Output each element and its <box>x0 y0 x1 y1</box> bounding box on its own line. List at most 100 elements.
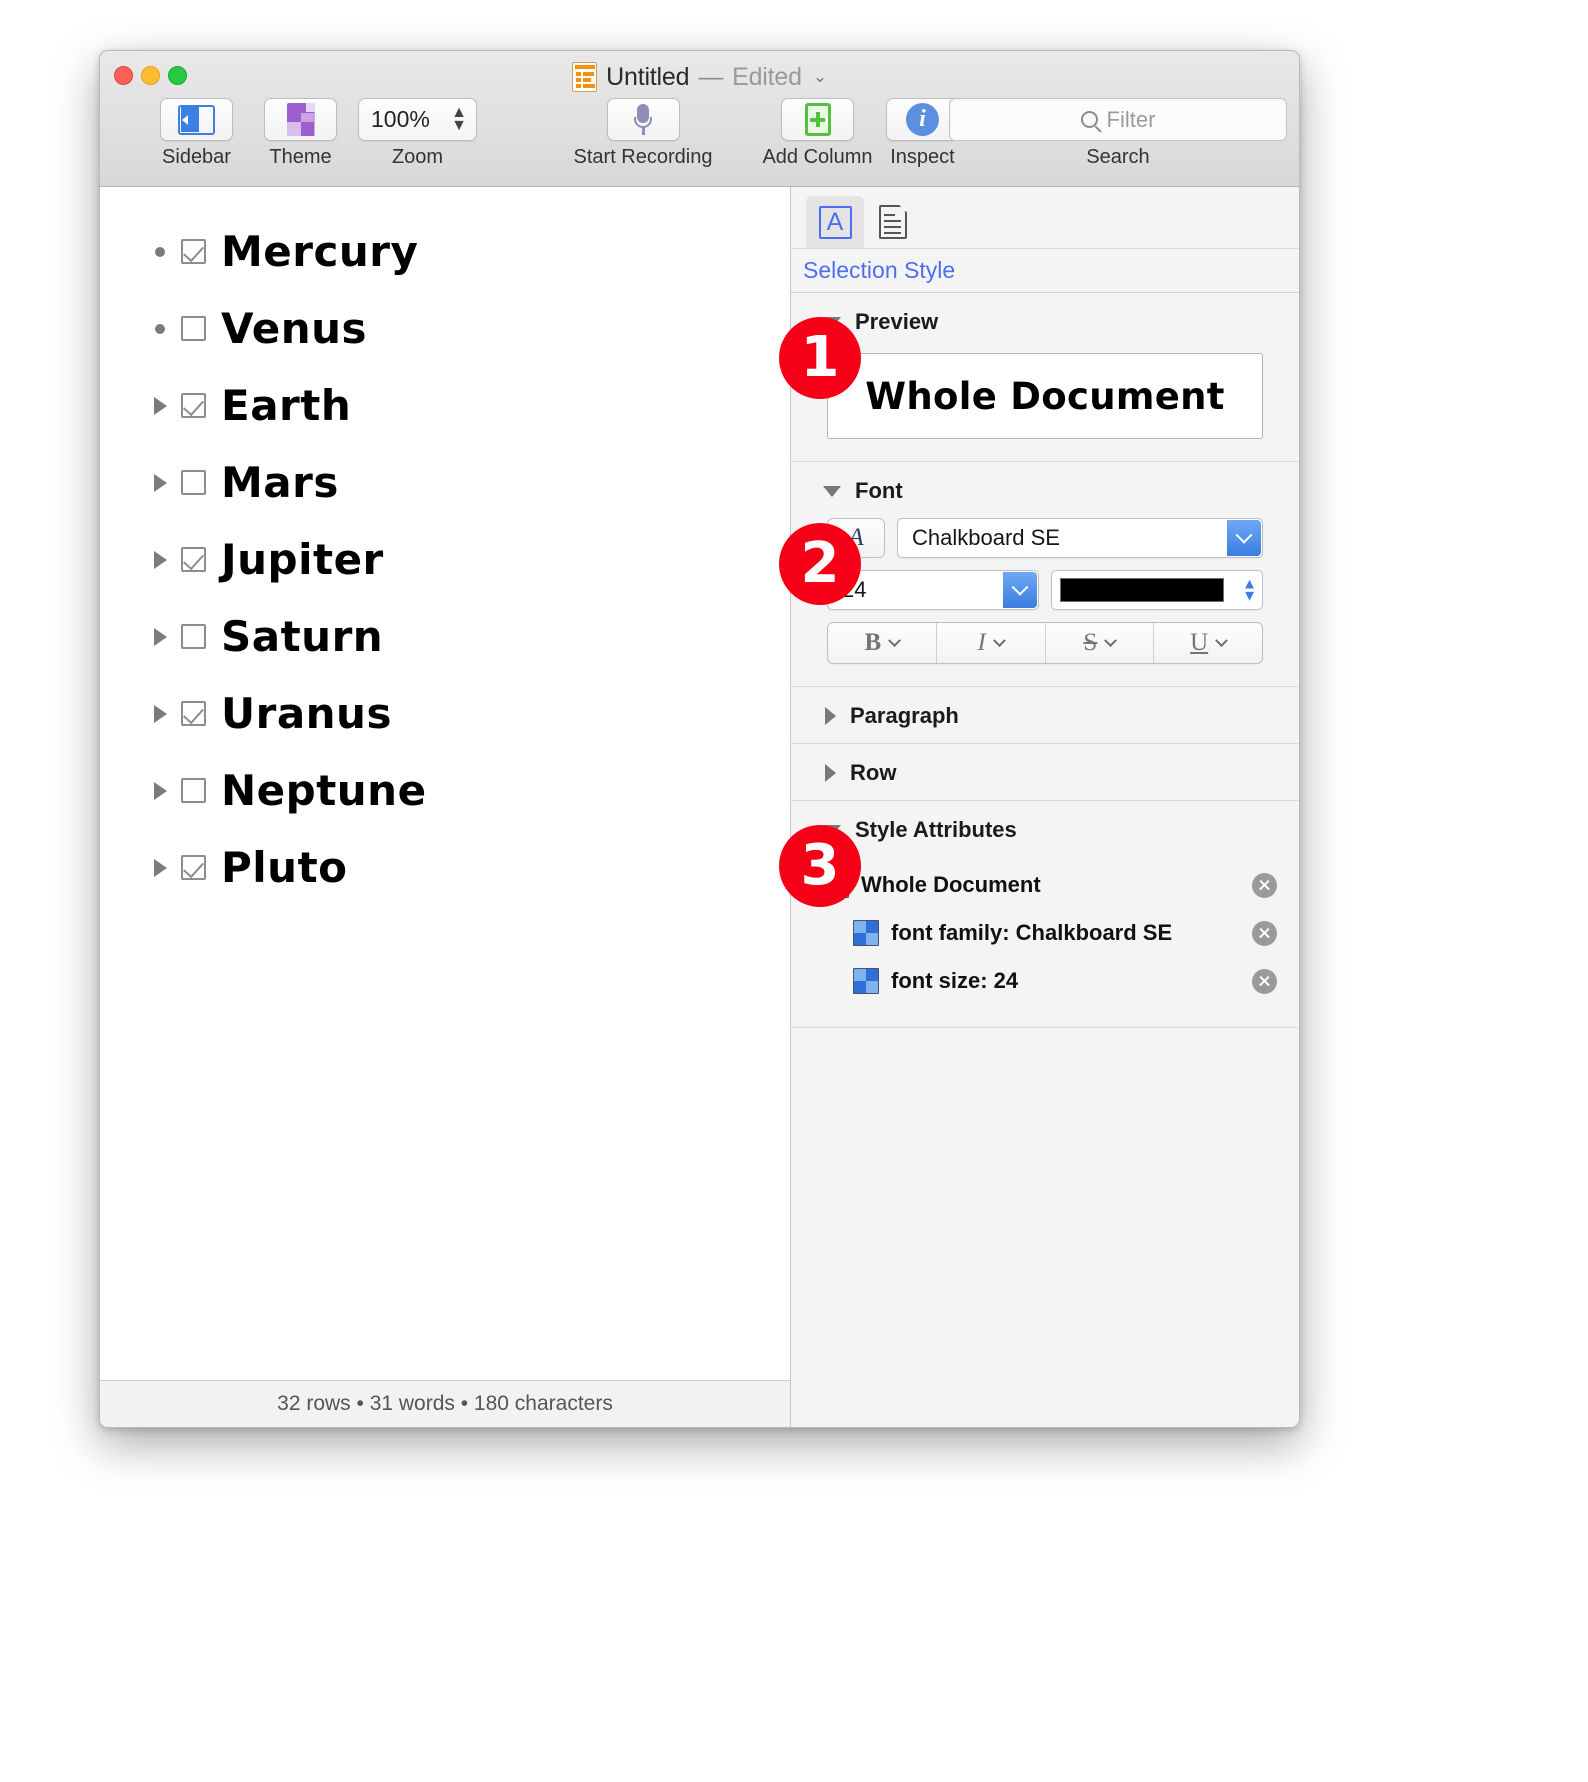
row-checkbox[interactable] <box>181 855 206 880</box>
disclosure-triangle-icon[interactable] <box>153 474 181 492</box>
remove-attribute-button[interactable] <box>1252 873 1277 898</box>
underline-glyph: U <box>1190 629 1208 657</box>
letter-A-icon: A <box>819 206 852 239</box>
row-checkbox[interactable] <box>181 624 206 649</box>
document-lines-icon <box>879 205 907 239</box>
section-style-attributes: Style Attributes Whole Document <box>791 801 1299 1028</box>
remove-attribute-button[interactable] <box>1252 921 1277 946</box>
start-recording-button[interactable] <box>607 98 680 141</box>
font-family-row: A Chalkboard SE <box>827 518 1263 558</box>
toolbar-item-start-recording[interactable]: Start Recording <box>569 98 717 169</box>
outline-row[interactable]: Mars <box>100 444 790 521</box>
chevron-down-icon[interactable] <box>1215 634 1228 647</box>
section-header-font[interactable]: Font <box>791 462 1299 518</box>
chevron-right-icon[interactable] <box>825 707 836 725</box>
toolbar-item-sidebar[interactable]: Sidebar <box>144 98 249 169</box>
callout-number: 3 <box>801 838 840 894</box>
outline-row[interactable]: Neptune <box>100 752 790 829</box>
toolbar-item-search[interactable]: Filter Search <box>949 98 1287 169</box>
section-header-row[interactable]: Row <box>791 744 1299 800</box>
zoom-stepper-arrows[interactable]: ▲▼ <box>451 108 467 130</box>
outline-row[interactable]: Earth <box>100 367 790 444</box>
outline-row[interactable]: Pluto <box>100 829 790 906</box>
chevron-right-icon[interactable] <box>825 764 836 782</box>
section-header-paragraph[interactable]: Paragraph <box>791 687 1299 743</box>
underline-button[interactable]: U <box>1154 623 1262 663</box>
section-header-style-attributes[interactable]: Style Attributes <box>791 801 1299 857</box>
outline-row[interactable]: Uranus <box>100 675 790 752</box>
row-title: Saturn <box>221 616 383 658</box>
color-swatch[interactable] <box>1060 578 1224 602</box>
toolbar-item-zoom[interactable]: 100% ▲▼ Zoom <box>355 98 480 169</box>
outline-row[interactable]: Venus <box>100 290 790 367</box>
theme-button[interactable] <box>264 98 337 141</box>
toolbar: Sidebar Theme 100% ▲▼ <box>100 98 1299 186</box>
disclosure-triangle-icon[interactable] <box>153 397 181 415</box>
row-checkbox[interactable] <box>181 393 206 418</box>
disclosure-triangle-icon[interactable] <box>153 859 181 877</box>
disclosure-triangle-icon[interactable] <box>153 628 181 646</box>
row-checkbox[interactable] <box>181 778 206 803</box>
chevron-down-icon[interactable] <box>1104 634 1117 647</box>
toolbar-item-theme[interactable]: Theme <box>252 98 349 169</box>
strikethrough-button[interactable]: S <box>1046 623 1155 663</box>
window-title: Untitled — Edited ⌄ <box>100 62 1299 92</box>
chevron-down-icon[interactable] <box>1003 572 1037 608</box>
outline-row[interactable]: Mercury <box>100 213 790 290</box>
row-checkbox[interactable] <box>181 701 206 726</box>
add-column-icon <box>805 103 831 136</box>
font-color-well[interactable]: ▲▼ <box>1051 570 1263 610</box>
style-attribute-label: font family: Chalkboard SE <box>891 920 1172 946</box>
italic-button[interactable]: I <box>937 623 1046 663</box>
info-circle-icon: i <box>906 103 939 136</box>
zoom-stepper[interactable]: 100% ▲▼ <box>358 98 477 141</box>
outline-row[interactable]: Saturn <box>100 598 790 675</box>
remove-attribute-button[interactable] <box>1252 969 1277 994</box>
row-checkbox[interactable] <box>181 470 206 495</box>
sidebar-button[interactable] <box>160 98 233 141</box>
style-attribute-row[interactable]: font size: 24 <box>791 957 1299 1005</box>
callout-badge-1: 1 <box>779 317 861 399</box>
row-checkbox[interactable] <box>181 547 206 572</box>
font-family-select[interactable]: Chalkboard SE <box>897 518 1263 558</box>
section-title-row: Row <box>850 760 896 786</box>
chevron-down-icon[interactable] <box>888 634 901 647</box>
section-header-preview[interactable]: Preview <box>791 293 1299 349</box>
style-attribute-row[interactable]: Whole Document <box>791 861 1299 909</box>
row-checkbox[interactable] <box>181 239 206 264</box>
row-title: Earth <box>221 385 351 427</box>
row-checkbox[interactable] <box>181 316 206 341</box>
tab-document[interactable] <box>864 196 922 248</box>
bold-button[interactable]: B <box>828 623 937 663</box>
disclosure-triangle-icon[interactable] <box>153 705 181 723</box>
preview-box: Whole Document <box>827 353 1263 439</box>
section-preview: Preview Whole Document <box>791 293 1299 462</box>
titlebar: Untitled — Edited ⌄ Sidebar <box>100 51 1299 187</box>
app-window: Untitled — Edited ⌄ Sidebar <box>99 50 1300 1428</box>
outline-document-icon <box>572 62 597 92</box>
tab-selection-style[interactable]: A <box>806 196 864 248</box>
disclosure-triangle-icon[interactable] <box>153 551 181 569</box>
status-text: 32 rows • 31 words • 180 characters <box>277 1392 613 1416</box>
chevron-down-icon[interactable] <box>823 486 841 497</box>
color-stepper-arrows[interactable]: ▲▼ <box>1242 580 1257 601</box>
toolbar-label-sidebar: Sidebar <box>144 146 249 169</box>
add-column-button[interactable] <box>781 98 854 141</box>
style-swatch-icon <box>853 968 879 994</box>
disclosure-triangle-icon[interactable] <box>153 782 181 800</box>
style-attribute-row[interactable]: font family: Chalkboard SE <box>791 909 1299 957</box>
search-input[interactable]: Filter <box>949 98 1287 141</box>
inspector-pane: A Selection Style <box>791 187 1299 1427</box>
chevron-down-icon[interactable] <box>1227 520 1261 556</box>
toolbar-label-zoom: Zoom <box>355 146 480 169</box>
italic-glyph: I <box>977 629 985 657</box>
chevron-down-icon[interactable]: ⌄ <box>813 67 827 87</box>
chevron-down-icon[interactable] <box>993 634 1006 647</box>
row-title: Mercury <box>221 231 418 273</box>
callout-badge-3: 3 <box>779 825 861 907</box>
callout-number: 1 <box>801 330 840 386</box>
outline-row[interactable]: Jupiter <box>100 521 790 598</box>
section-font: Font A Chalkboard SE 24 <box>791 462 1299 687</box>
row-title: Mars <box>221 462 339 504</box>
status-bar: 32 rows • 31 words • 180 characters <box>100 1380 790 1427</box>
